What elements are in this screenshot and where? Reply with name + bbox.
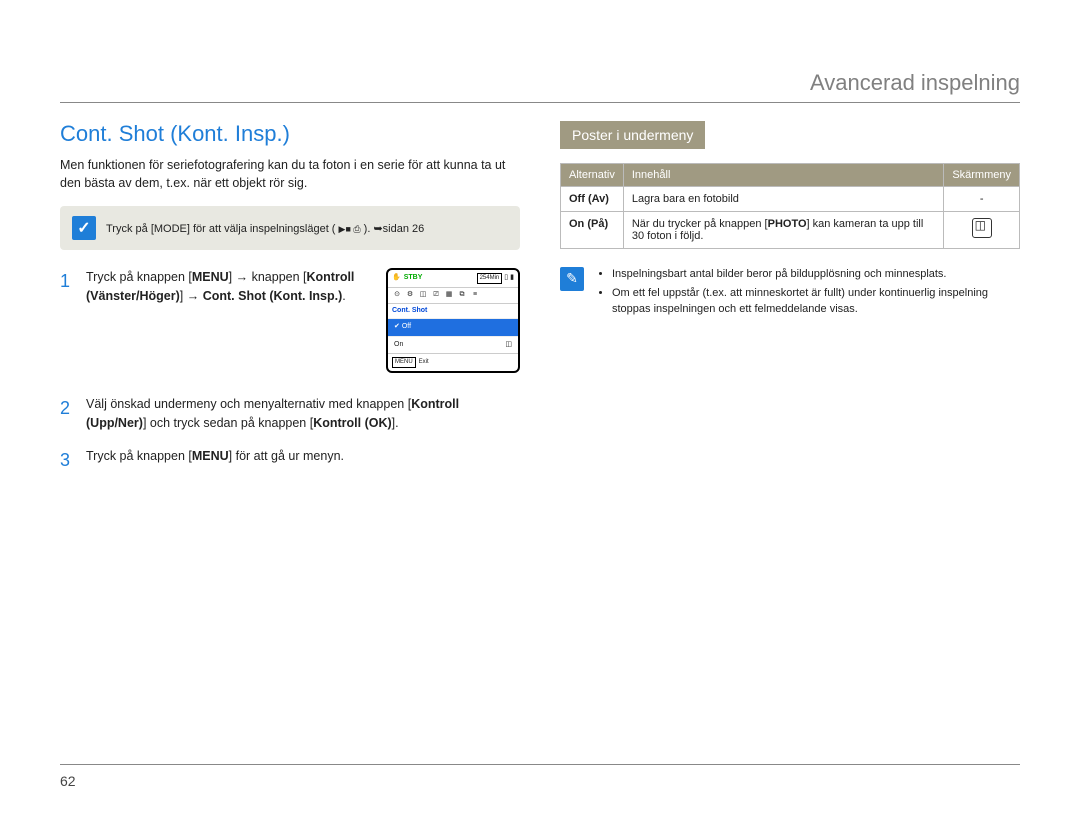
step-1: 1 ✋STBY 254Min ▯ ▮ [60, 268, 520, 381]
right-column: Poster i undermeny Alternativ Innehåll S… [560, 121, 1020, 488]
lcd-row-on: On ◫ [388, 336, 518, 354]
lcd-screenshot: ✋STBY 254Min ▯ ▮ ⊙⚙◫⎚▦⧉≡ [386, 268, 520, 373]
table-row: Off (Av) Lagra bara en fotobild - [561, 187, 1020, 212]
info-note: ✎ Inspelningsbart antal bilder beror på … [560, 267, 1020, 321]
step-3: 3 Tryck på knappen [MENU] för att gå ur … [60, 447, 520, 474]
step-number: 1 [60, 268, 74, 381]
stby-label: STBY [404, 273, 423, 284]
lcd-exit-row: MENU Exit [388, 353, 518, 371]
info-list: Inspelningsbart antal bilder beror på bi… [596, 267, 1020, 321]
page-number: 62 [60, 773, 76, 789]
options-table: Alternativ Innehåll Skärmmeny Off (Av) L… [560, 163, 1020, 249]
check-icon: ✓ [72, 216, 96, 240]
step-number: 2 [60, 395, 74, 433]
step-2: 2 Välj önskad undermeny och menyalternat… [60, 395, 520, 433]
pencil-icon: ✎ [560, 267, 584, 291]
section-title: Cont. Shot (Kont. Insp.) [60, 121, 520, 147]
note-text: Tryck på [MODE] för att välja inspelning… [106, 222, 424, 235]
mode-note: ✓ Tryck på [MODE] för att välja inspelni… [60, 206, 520, 250]
cont-shot-row-icon: ◫ [505, 340, 512, 351]
lcd-row-off: ✔ Off [388, 318, 518, 336]
card-icon: ▯ [504, 273, 508, 284]
page-header: Avancerad inspelning [60, 70, 1020, 103]
lcd-tab-icons: ⊙⚙◫⎚▦⧉≡ [388, 288, 518, 304]
lcd-menu-title: Cont. Shot [388, 304, 518, 319]
video-photo-icon: ▶■ ⎙ [339, 224, 361, 234]
intro-paragraph: Men funktionen för seriefotografering ka… [60, 157, 520, 192]
breadcrumb: Avancerad inspelning [810, 70, 1020, 95]
list-item: Om ett fel uppstår (t.ex. att minneskort… [612, 286, 1020, 317]
steps-list: 1 ✋STBY 254Min ▯ ▮ [60, 268, 520, 474]
footer-rule [60, 764, 1020, 765]
table-row: On (På) När du trycker på knappen [PHOTO… [561, 212, 1020, 249]
battery-icon: ▮ [510, 273, 514, 284]
page-ref: ➥sidan 26 [373, 223, 424, 235]
th-skarmmeny: Skärmmeny [944, 164, 1020, 187]
cont-shot-icon [972, 218, 992, 238]
left-column: Cont. Shot (Kont. Insp.) Men funktionen … [60, 121, 520, 488]
th-innehall: Innehåll [623, 164, 943, 187]
submenu-heading: Poster i undermeny [560, 121, 705, 149]
hand-icon: ✋ [392, 273, 401, 284]
step-number: 3 [60, 447, 74, 474]
list-item: Inspelningsbart antal bilder beror på bi… [612, 267, 1020, 282]
time-remaining: 254Min [477, 273, 503, 284]
th-alternativ: Alternativ [561, 164, 624, 187]
